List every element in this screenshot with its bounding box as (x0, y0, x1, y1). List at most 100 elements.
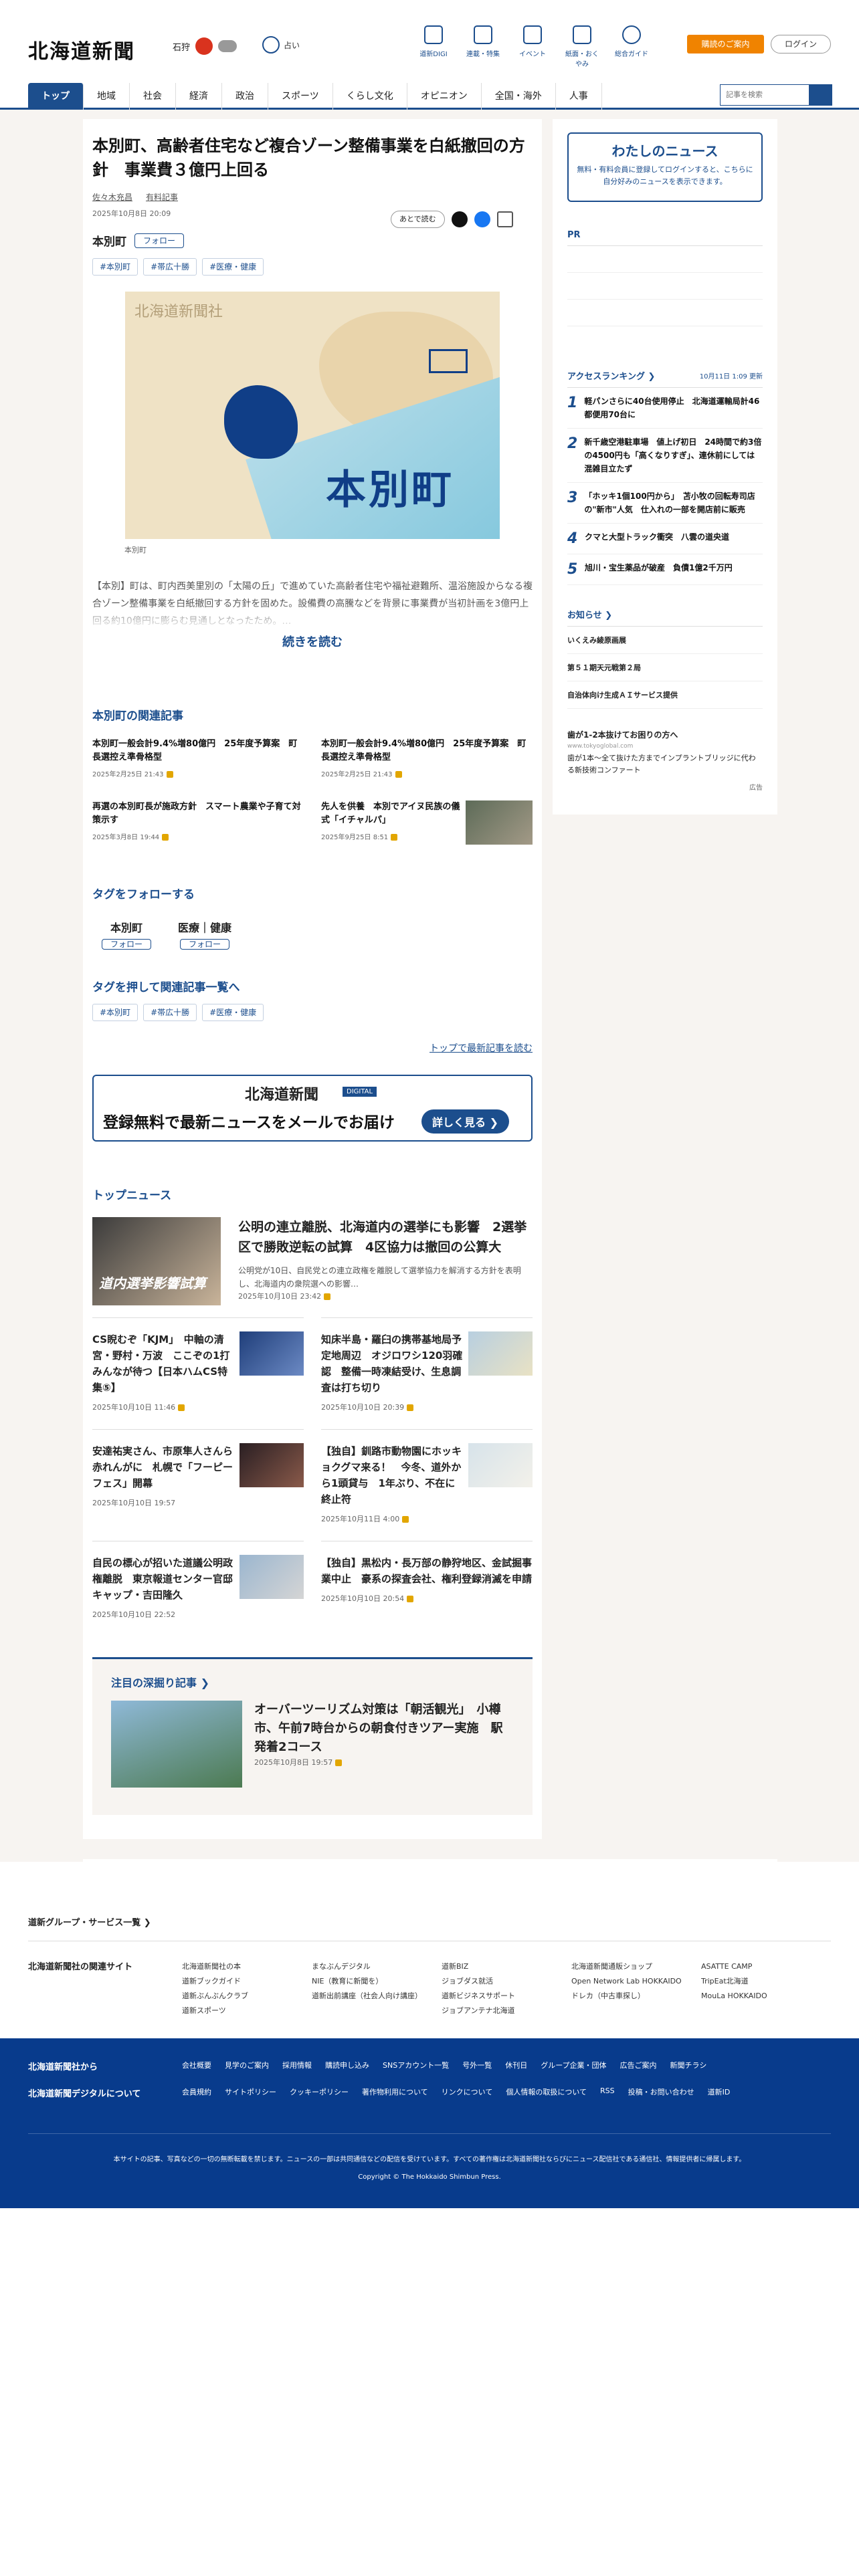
tag-obihiro[interactable]: #帯広十勝 (143, 258, 197, 276)
footer-link[interactable]: 会社概要 (182, 2060, 211, 2070)
search-icon[interactable] (809, 85, 832, 105)
tag-obihiro[interactable]: #帯広十勝 (143, 1004, 197, 1021)
tag-health[interactable]: #医療・健康 (202, 1004, 264, 1021)
related-item[interactable]: 本別町一般会計9.4%増80億円 25年度予算案 町長選控え準骨格型 2025年2… (92, 738, 304, 782)
deep-dive-title[interactable]: 注目の深掘り記事 ❯ (111, 1674, 514, 1690)
footer-link[interactable]: 著作物利用について (362, 2086, 428, 2097)
top-latest-link[interactable]: トップで最新記事を読む (92, 1041, 533, 1055)
ad-box[interactable]: 歯が1-2本抜けてお困りの方へ www.tokyoglobal.com 歯が1本… (567, 729, 763, 792)
nav-tab-personnel[interactable]: 人事 (556, 83, 602, 110)
footer-link[interactable]: SNSアカウント一覧 (383, 2060, 449, 2070)
search-input[interactable] (721, 85, 809, 105)
footer-link[interactable]: TripEat北海道 (701, 1974, 775, 1989)
facebook-share-icon[interactable] (474, 211, 490, 227)
header-link-paper[interactable]: 紙面・おくやみ (563, 25, 601, 68)
header-link-digi[interactable]: 道新DIGI (415, 25, 452, 68)
news-item[interactable]: 安達祐実さん、市原隼人さんら赤れんがに 札幌で「フーピーフェス」開幕 2025年1… (92, 1429, 304, 1541)
nav-tab-region[interactable]: 地域 (84, 83, 130, 110)
ranking-item[interactable]: 2 新千歳空港駐車場 値上げ初日 24時間で約3倍の4500円も「高くなりすぎ」、… (567, 429, 763, 483)
footer-link[interactable]: 道新ぶんぶんクラブ (182, 1989, 312, 2004)
nav-tab-sports[interactable]: スポーツ (268, 83, 333, 110)
news-item[interactable]: 知床半島・羅臼の携帯基地局予定地周辺 オジロワシ120羽確認 整備一時凍結受け、… (321, 1317, 533, 1429)
nav-tab-politics[interactable]: 政治 (222, 83, 268, 110)
footer-link[interactable]: 採用情報 (282, 2060, 312, 2070)
header-link-guide[interactable]: 総合ガイド (613, 25, 650, 68)
footer-link[interactable]: 号外一覧 (462, 2060, 492, 2070)
footer-link[interactable]: まなぶんデジタル (312, 1959, 442, 1974)
news-item[interactable]: CS睨むぞ「KJM」 中軸の清宮・野村・万波 ここぞの1打みんなが待つ【日本ハム… (92, 1317, 304, 1429)
read-later-button[interactable]: あとで読む (391, 211, 445, 228)
footer-link[interactable]: 道新ビジネスサポート (442, 1989, 571, 2004)
lead-news[interactable]: 道内選挙影響試算 公明の連立離脱、北海道内の選挙にも影響 2選挙区で勝敗逆転の試… (92, 1217, 533, 1305)
news-item[interactable]: 【独自】黒松内・長万部の静狩地区、金試掘事業中止 豪系の探査会社、権利登録消滅を… (321, 1541, 533, 1641)
footer-link[interactable]: クッキーポリシー (290, 2086, 349, 2097)
news-item[interactable]: 自民の標心が招いた道議公明政権離脱 東京報道センター官邸キャップ・吉田隆久 202… (92, 1541, 304, 1641)
footer-link[interactable]: ジョブアンテナ北海道 (442, 2004, 571, 2018)
footer-link[interactable]: 休刊日 (505, 2060, 527, 2070)
footer-link[interactable]: 北海道新聞通販ショップ (571, 1959, 701, 1974)
footer-link[interactable]: Open Network Lab HOKKAIDO (571, 1974, 701, 1989)
follow-button[interactable]: フォロー (134, 233, 185, 248)
nav-tab-economy[interactable]: 経済 (176, 83, 222, 110)
x-share-icon[interactable] (451, 211, 468, 227)
ranking-item[interactable]: 5 旭川・宝生薬品が破産 負債1億2千万円 (567, 554, 763, 585)
footer-link[interactable]: 北海道新聞社の本 (182, 1959, 312, 1974)
footer-link[interactable]: 道新出前講座（社会人向け講座） (312, 1989, 442, 2004)
banner-details-button[interactable]: 詳しく見る ❯ (421, 1109, 509, 1134)
footer-link[interactable]: ASATTE CAMP (701, 1959, 775, 1974)
footer-link[interactable]: 会員規約 (182, 2086, 211, 2097)
footer-link[interactable]: 道新ブックガイド (182, 1974, 312, 1989)
author-link[interactable]: 佐々木充昌 (92, 191, 132, 203)
group-services-link[interactable]: 道新グループ・サービス一覧 ❯ (28, 1915, 151, 1928)
related-item[interactable]: 本別町一般会計9.4%増80億円 25年度予算案 町長選控え準骨格型 2025年2… (321, 738, 533, 782)
footer-link[interactable]: ジョブダス就活 (442, 1974, 571, 1989)
tag-honbetsu[interactable]: #本別町 (92, 258, 138, 276)
site-logo[interactable]: 北海道新聞 (28, 35, 135, 64)
notice-title[interactable]: お知らせ ❯ (567, 608, 763, 627)
related-item[interactable]: 再選の本別町長が施政方針 スマート農業や子育て対策示す 2025年3月8日 19:… (92, 800, 304, 845)
my-news-box[interactable]: わたしのニュース 無料・有料会員に登録してログインすると、こちらに自分好みのニュ… (567, 132, 763, 202)
footer-link[interactable]: リンクについて (442, 2086, 493, 2097)
footer-link[interactable]: 投稿・お問い合わせ (628, 2086, 694, 2097)
footer-link[interactable]: ドレカ（中古車探し） (571, 1989, 701, 2004)
footer-link[interactable]: 見学のご案内 (225, 2060, 269, 2070)
share-icon[interactable] (496, 211, 513, 227)
footer-link[interactable]: 広告ご案内 (620, 2060, 657, 2070)
subscribe-guide-button[interactable]: 購読のご案内 (687, 35, 764, 53)
nav-tab-top[interactable]: トップ (28, 83, 84, 110)
notice-item[interactable]: 自治体向け生成ＡＩサービス提供 (567, 681, 763, 709)
notice-item[interactable]: いくえみ綾原画展 (567, 627, 763, 654)
related-item[interactable]: 先人を供養 本別でアイヌ民族の儀式「イチャルパ」 2025年9月25日 8:51 (321, 800, 533, 845)
footer-link[interactable]: MouLa HOKKAIDO (701, 1989, 775, 2004)
nav-tab-society[interactable]: 社会 (130, 83, 176, 110)
footer-link[interactable]: 道新ID (708, 2086, 731, 2097)
header-link-events[interactable]: イベント (514, 25, 551, 68)
news-item[interactable]: 【独自】釧路市動物園にホッキョクグマ来る！ 今冬、道外から1頭貸与 1年ぶり、不… (321, 1429, 533, 1541)
footer-link[interactable]: サイトポリシー (225, 2086, 276, 2097)
read-more-link[interactable]: 続きを読む (92, 633, 533, 650)
nav-tab-culture[interactable]: くらし文化 (333, 83, 407, 110)
footer-link[interactable]: 個人情報の取扱について (506, 2086, 587, 2097)
tag-honbetsu[interactable]: #本別町 (92, 1004, 138, 1021)
footer-link[interactable]: グループ企業・団体 (541, 2060, 606, 2070)
paid-badge[interactable]: 有料記事 (146, 191, 178, 203)
ranking-title[interactable]: アクセスランキング ❯ (567, 369, 655, 382)
newsletter-banner[interactable]: 北海道新聞 DIGITAL 登録無料で最新ニュースをメールでお届け 詳しく見る … (92, 1075, 533, 1142)
fortune-link[interactable]: 占い (262, 36, 300, 53)
tag-health[interactable]: #医療・健康 (202, 258, 264, 276)
footer-link[interactable]: 購読申し込み (325, 2060, 369, 2070)
ranking-item[interactable]: 1 軽パンさらに40台使用停止 北海道運輸局計46都便用70台に (567, 388, 763, 429)
ranking-item[interactable]: 3 「ホッキ1個100円から」 苫小牧の回転寿司店の"新市"人気 仕入れの一部を開… (567, 483, 763, 524)
nav-tab-national[interactable]: 全国・海外 (482, 83, 556, 110)
notice-item[interactable]: 第５１期天元戦第２局 (567, 654, 763, 681)
weather-widget[interactable]: 石狩 (173, 37, 237, 55)
footer-link[interactable]: RSS (600, 2086, 615, 2097)
footer-link[interactable]: 道新スポーツ (182, 2004, 312, 2018)
footer-link[interactable]: 道新BIZ (442, 1959, 571, 1974)
nav-tab-opinion[interactable]: オピニオン (407, 83, 482, 110)
footer-link[interactable]: 新聞チラシ (670, 2060, 707, 2070)
follow-button[interactable]: フォロー (102, 939, 152, 950)
header-link-series[interactable]: 連載・特集 (464, 25, 502, 68)
login-button[interactable]: ログイン (771, 35, 831, 53)
footer-link[interactable]: NIE（教育に新聞を） (312, 1974, 442, 1989)
